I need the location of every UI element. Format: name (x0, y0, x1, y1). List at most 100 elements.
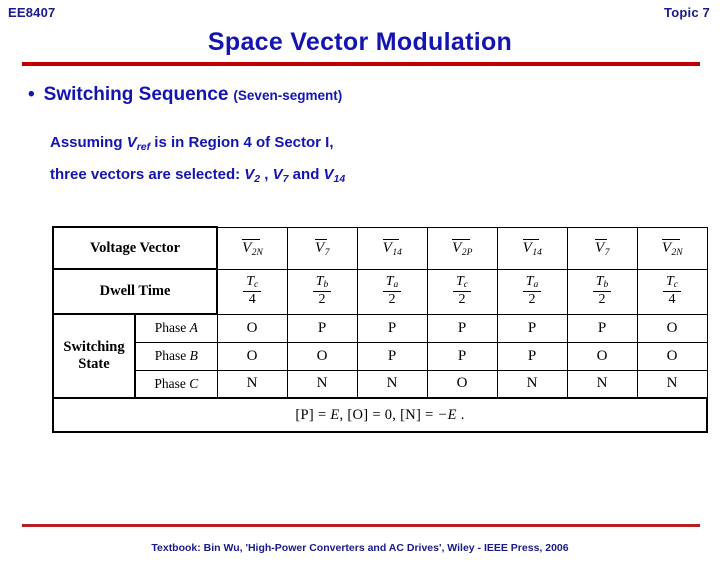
v14-subscript: 14 (333, 173, 346, 185)
t-subscript-1: c (254, 280, 259, 291)
phase-word-c: Phase (154, 375, 190, 391)
eq-p-bracket: [P] (295, 406, 315, 423)
vector-letter-3: V (382, 240, 392, 256)
phase-word-b: Phase (154, 348, 190, 363)
switching-state-line2: State (78, 356, 110, 372)
state-b-4: P (426, 341, 498, 371)
t-letter-4: T (456, 274, 464, 290)
table-row-phase-a: Switching State Phase A O P P P P P O (52, 313, 708, 399)
voltage-vector-cell-6: V7 (566, 226, 638, 270)
table-row-dwell-time: Dwell Time Tc 4 Tb 2 Ta 2 Tc 2 Ta 2 Tb 2 Tc 4 (51, 268, 708, 315)
body-line1-prefix: Assuming (50, 134, 127, 151)
vector-overbar-icon (382, 239, 400, 240)
topic-label: Topic 7 (664, 5, 710, 20)
state-c-2: N (286, 369, 358, 399)
vector-overbar-icon (452, 239, 470, 240)
body-text-line-2: three vectors are selected: V2 , V7 and … (50, 166, 346, 185)
voltage-vector-cell-5: V14 (496, 226, 568, 270)
body-line2-prefix: three vectors are selected: (50, 166, 245, 183)
state-b-6: O (566, 341, 638, 371)
phase-letter-a: A (189, 320, 198, 336)
v7-subscript: 7 (282, 173, 289, 185)
vref-subscript: ref (136, 141, 151, 153)
fraction-denominator-1: 4 (248, 291, 256, 307)
fraction-6: Tb 2 (592, 274, 612, 307)
state-c-3: N (356, 369, 428, 399)
vector-subscript-5: 14 (532, 248, 542, 258)
vector-symbol-5: V14 (522, 239, 542, 258)
fraction-denominator-7: 4 (668, 291, 676, 307)
fraction-2: Tb 2 (312, 274, 332, 307)
bullet-heading: • Switching Sequence (Seven-segment) (28, 84, 342, 106)
vector-symbol-2: V7 (315, 239, 330, 258)
switching-sequence-table: Voltage Vector V2N V7 V14 V2P V14 V7 V2N… (51, 226, 709, 433)
t-subscript-2: b (323, 280, 329, 291)
fraction-denominator-6: 2 (598, 291, 606, 307)
fraction-denominator-3: 2 (388, 291, 396, 307)
voltage-vector-cell-4: V2P (426, 226, 498, 270)
eq-equals-2: = (368, 406, 385, 423)
bullet-dot-icon: • (28, 84, 35, 105)
eq-comma-2: , (392, 406, 401, 423)
state-a-3: P (356, 313, 428, 343)
dwell-time-cell-2: Tb 2 (286, 268, 358, 315)
body-line2-sep-2: and (288, 166, 324, 183)
dwell-time-cell-4: Tc 2 (426, 268, 498, 315)
eq-o-bracket: [O] (347, 406, 369, 423)
fraction-denominator-4: 2 (458, 291, 466, 307)
v2-subscript: 2 (254, 173, 261, 185)
state-c-7: N (636, 369, 708, 399)
state-a-6: P (566, 313, 638, 343)
table-row-voltage-vector: Voltage Vector V2N V7 V14 V2P V14 V7 V2N (51, 226, 708, 270)
bullet-heading-sub: (Seven-segment) (233, 87, 343, 103)
row-label-dwell-time: Dwell Time (51, 268, 219, 315)
fraction-denominator-2: 2 (318, 291, 326, 307)
footer-citation: Textbook: Bin Wu, 'High-Power Converters… (151, 542, 569, 554)
fraction-3: Ta 2 (382, 274, 402, 307)
page-title: Space Vector Modulation (207, 28, 513, 56)
state-a-2: P (286, 313, 358, 343)
vref-symbol: V (126, 134, 137, 151)
fraction-1: Tc 4 (243, 274, 262, 307)
t-subscript-6: b (603, 280, 609, 291)
phase-label-c: Phase C (134, 369, 218, 399)
state-a-1: O (216, 313, 288, 343)
vector-overbar-icon (661, 239, 681, 240)
vector-overbar-icon (242, 239, 261, 240)
vector-symbol-7: V2N (661, 239, 683, 258)
table-row-phase-b: Phase B O O P P P O O (53, 341, 708, 371)
fraction-numerator-7: Tc (663, 274, 682, 292)
voltage-vector-cell-2: V7 (286, 226, 358, 270)
fraction-denominator-5: 2 (528, 291, 536, 307)
state-a-4: P (426, 313, 498, 343)
vector-subscript-2: 7 (324, 248, 330, 258)
fraction-numerator-3: Ta (382, 274, 402, 292)
t-letter-1: T (246, 274, 255, 290)
level-definition-equation: [P] = E, [O] = 0, [N] = −E . (51, 397, 709, 433)
fraction-numerator-1: Tc (243, 274, 262, 292)
v7-symbol: V (272, 166, 283, 183)
eq-equals-1: = (314, 406, 331, 423)
eq-equals-3: = (421, 406, 438, 423)
vector-subscript-1: 2N (251, 248, 263, 258)
t-letter-2: T (315, 274, 324, 290)
state-b-1: O (216, 341, 288, 371)
vector-letter-6: V (595, 240, 605, 256)
phase-label-b: Phase B (134, 341, 218, 371)
row-label-switching-state: Switching State (52, 313, 136, 399)
dwell-time-cell-6: Tb 2 (566, 268, 638, 315)
table-row-equation: [P] = E, [O] = 0, [N] = −E . (51, 397, 709, 433)
fraction-numerator-6: Tb (592, 274, 612, 292)
vector-letter-4: V (452, 240, 462, 256)
state-b-2: O (286, 341, 358, 371)
body-line2-sep-1: , (260, 166, 273, 183)
dwell-time-cell-1: Tc 4 (216, 268, 288, 315)
phase-letter-c: C (189, 375, 199, 391)
vector-overbar-icon (595, 239, 607, 240)
fraction-numerator-5: Ta (522, 274, 542, 292)
fraction-7: Tc 4 (663, 274, 682, 307)
fraction-4: Tc 2 (453, 274, 472, 307)
t-letter-6: T (595, 274, 604, 290)
slide-root: EE8407 Topic 7 Space Vector Modulation •… (0, 0, 720, 562)
voltage-vector-cell-3: V14 (356, 226, 428, 270)
